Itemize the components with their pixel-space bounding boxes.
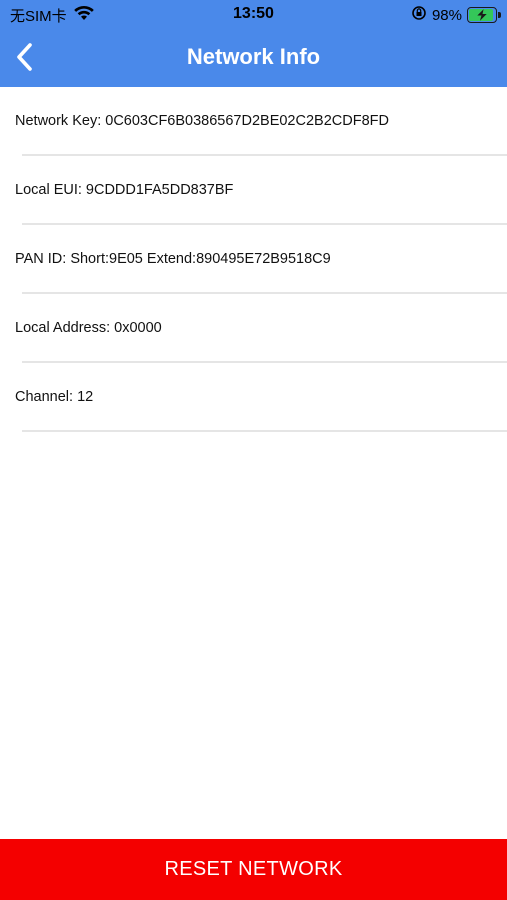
battery-percent: 98%	[431, 6, 462, 24]
list-item-local-eui: Local EUI: 9CDDD1FA5DD837BF	[0, 156, 507, 225]
page-title: Network Info	[186, 44, 321, 69]
orientation-lock-icon	[411, 5, 427, 25]
nav-bar: Network Info	[0, 30, 507, 87]
list-item-pan-id: PAN ID: Short:9E05 Extend:890495E72B9518…	[0, 225, 507, 294]
divider	[22, 430, 507, 432]
battery-icon	[467, 7, 501, 23]
list-item-local-address: Local Address: 0x0000	[0, 294, 507, 363]
pan-id-text: PAN ID: Short:9E05 Extend:890495E72B9518…	[15, 251, 331, 267]
list-item-channel: Channel: 12	[0, 363, 507, 432]
local-eui-text: Local EUI: 9CDDD1FA5DD837BF	[15, 182, 234, 198]
header: 无SIM卡 13:50 98% Network Info	[0, 0, 507, 87]
network-key-text: Network Key: 0C603CF6B0386567D2BE02C2B2C…	[15, 113, 389, 129]
reset-network-button[interactable]: RESET NETWORK	[0, 839, 507, 900]
channel-text: Channel: 12	[15, 389, 94, 405]
charging-bolt-icon	[477, 9, 487, 21]
info-list: Network Key: 0C603CF6B0386567D2BE02C2B2C…	[0, 87, 507, 432]
list-item-network-key: Network Key: 0C603CF6B0386567D2BE02C2B2C…	[0, 87, 507, 156]
status-right: 98%	[411, 5, 501, 25]
local-address-text: Local Address: 0x0000	[15, 320, 162, 336]
status-bar: 无SIM卡 13:50 98%	[0, 0, 507, 30]
network-info-screen: 无SIM卡 13:50 98% Network Info Network Key…	[0, 0, 507, 900]
